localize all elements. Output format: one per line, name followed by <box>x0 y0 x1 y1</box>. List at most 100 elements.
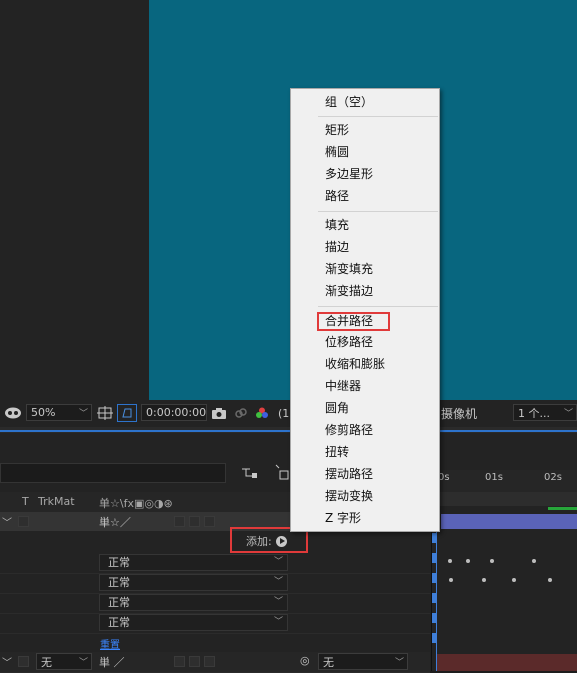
zoom-dropdown[interactable]: 50% ﹀ <box>26 404 92 421</box>
menu-item-group-empty[interactable]: 组（空） <box>325 93 373 111</box>
menu-item-repeater[interactable]: 中继器 <box>325 377 361 395</box>
layer-switches[interactable]: 単 ／ <box>99 654 125 670</box>
viewer-empty-area <box>0 0 149 400</box>
menu-separator <box>318 116 438 117</box>
keyframe-dot[interactable] <box>449 578 453 582</box>
switch-box[interactable] <box>204 516 215 527</box>
menu-item-merge-paths[interactable]: 合并路径 <box>325 312 373 330</box>
property-row: 正常 ﹀ <box>0 573 430 594</box>
chevron-down-icon[interactable]: ﹀ <box>2 654 12 669</box>
play-icon <box>275 535 287 547</box>
render-cache-bar <box>548 507 577 510</box>
switch-box[interactable] <box>189 656 200 667</box>
switch-box[interactable] <box>204 656 215 667</box>
add-shape-context-menu: 组（空） 矩形 椭圆 多边星形 路径 填充 描边 渐变填充 渐变描边 合并路径 … <box>290 88 440 532</box>
color-channels-icon[interactable] <box>254 405 270 421</box>
menu-item-round-corners[interactable]: 圆角 <box>325 399 349 417</box>
timecode-field[interactable]: 0:00:00:00 <box>141 404 207 421</box>
time-ruler[interactable]: 0s 01s 02s <box>432 470 577 492</box>
menu-item-gradient-fill[interactable]: 渐变填充 <box>325 260 373 278</box>
keyframe-dot[interactable] <box>482 578 486 582</box>
transparency-grid-icon[interactable] <box>117 404 137 422</box>
menu-item-zig-zag[interactable]: Z 字形 <box>325 509 361 527</box>
chevron-down-icon: ﹀ <box>78 409 88 419</box>
chevron-down-icon: ﹀ <box>273 557 283 567</box>
menu-item-gradient-stroke[interactable]: 渐变描边 <box>325 282 373 300</box>
t-column-label: T <box>22 495 29 508</box>
menu-item-ellipse[interactable]: 椭圆 <box>325 143 349 161</box>
switch-box[interactable] <box>174 516 185 527</box>
menu-item-path[interactable]: 路径 <box>325 187 349 205</box>
snapshot-icon[interactable] <box>211 405 227 421</box>
menu-item-pucker-bloat[interactable]: 收缩和膨胀 <box>325 355 385 373</box>
keyframe-dot[interactable] <box>548 578 552 582</box>
menu-item-fill[interactable]: 填充 <box>325 216 349 234</box>
keyframe-dot[interactable] <box>532 559 536 563</box>
keyframe-dot[interactable] <box>466 559 470 563</box>
trkmat-value: 无 <box>41 655 52 669</box>
menu-item-rectangle[interactable]: 矩形 <box>325 121 349 139</box>
trkmat-column-label: TrkMat <box>38 495 75 508</box>
trkmat-dropdown[interactable]: 无 ﹀ <box>36 653 92 670</box>
trkmat-toggle[interactable] <box>18 656 29 667</box>
layer-duration-bar[interactable] <box>437 654 577 671</box>
chevron-down-icon: ﹀ <box>273 597 283 607</box>
menu-separator <box>318 306 438 307</box>
resolution-fragment[interactable]: (1 <box>278 405 289 421</box>
link-icon[interactable] <box>233 405 249 421</box>
composition-flowchart-icon[interactable] <box>240 465 260 482</box>
keyframe-dot[interactable] <box>448 559 452 563</box>
camera-dropdown[interactable]: 摄像机 <box>441 405 477 421</box>
layer-switches[interactable]: 単☆／ <box>99 514 131 530</box>
menu-item-wiggle-transform[interactable]: 摆动变换 <box>325 487 373 505</box>
blend-mode-dropdown[interactable]: 正常 ﹀ <box>99 554 288 571</box>
blend-mode-value: 正常 <box>108 576 130 589</box>
views-value: 1 个... <box>518 406 550 420</box>
keyframe-markers <box>432 533 437 653</box>
switch-box[interactable] <box>174 656 185 667</box>
menu-item-stroke[interactable]: 描边 <box>325 238 349 256</box>
menu-item-offset-paths[interactable]: 位移路径 <box>325 333 373 351</box>
chevron-down-icon: ﹀ <box>394 658 404 668</box>
switches-column-label: 单☆\fx▣◎◑⊛ <box>99 497 173 510</box>
trkmat-toggle[interactable] <box>18 516 29 527</box>
region-icon[interactable] <box>97 405 113 421</box>
layer-search-input[interactable] <box>0 463 226 483</box>
menu-item-trim-paths[interactable]: 修剪路径 <box>325 421 373 439</box>
keyframe-dot[interactable] <box>490 559 494 563</box>
reset-link[interactable]: 重置 <box>100 636 120 651</box>
zoom-value: 50% <box>31 406 56 419</box>
blend-mode-dropdown[interactable]: 正常 ﹀ <box>99 594 288 611</box>
chevron-down-icon: ﹀ <box>78 658 88 668</box>
menu-item-polystar[interactable]: 多边星形 <box>325 165 373 183</box>
menu-item-wiggle-paths[interactable]: 摆动路径 <box>325 465 373 483</box>
work-area-bar[interactable] <box>432 492 577 506</box>
mask-icon[interactable] <box>4 405 22 421</box>
chevron-down-icon: ﹀ <box>563 409 573 419</box>
viewer-toolbar: 50% ﹀ 0:00:00:00 (1 摄像机 1 个... ﹀ <box>0 400 577 427</box>
blend-mode-dropdown[interactable]: 正常 ﹀ <box>99 614 288 631</box>
ruler-tick-label: 02s <box>544 472 562 483</box>
menu-separator <box>318 211 438 212</box>
draft-3d-icon[interactable] <box>274 463 290 484</box>
chevron-down-icon: ﹀ <box>273 577 283 587</box>
switch-box[interactable] <box>189 516 200 527</box>
timecode-value: 0:00:00:00 <box>146 406 207 419</box>
blend-mode-dropdown[interactable]: 正常 ﹀ <box>99 574 288 591</box>
parent-pickwhip-icon[interactable]: ◎ <box>300 654 310 667</box>
property-row: 重置 <box>0 633 430 654</box>
ruler-tick-label: 01s <box>485 472 503 483</box>
chevron-down-icon: ﹀ <box>273 617 283 627</box>
active-panel-indicator <box>0 430 577 432</box>
menu-item-twist[interactable]: 扭转 <box>325 443 349 461</box>
add-label: 添加: <box>246 535 272 548</box>
views-dropdown[interactable]: 1 个... ﹀ <box>513 404 577 421</box>
add-button[interactable]: 添加: <box>246 533 287 549</box>
blend-mode-value: 正常 <box>108 556 130 569</box>
keyframe-dot[interactable] <box>512 578 516 582</box>
layer-duration-bar[interactable] <box>441 514 577 529</box>
layer-row[interactable]: ﹀ 无 ﹀ 単 ／ ◎ 无 ﹀ <box>0 652 430 673</box>
blend-mode-value: 正常 <box>108 596 130 609</box>
chevron-down-icon[interactable]: ﹀ <box>2 514 12 529</box>
parent-dropdown[interactable]: 无 ﹀ <box>318 653 408 670</box>
